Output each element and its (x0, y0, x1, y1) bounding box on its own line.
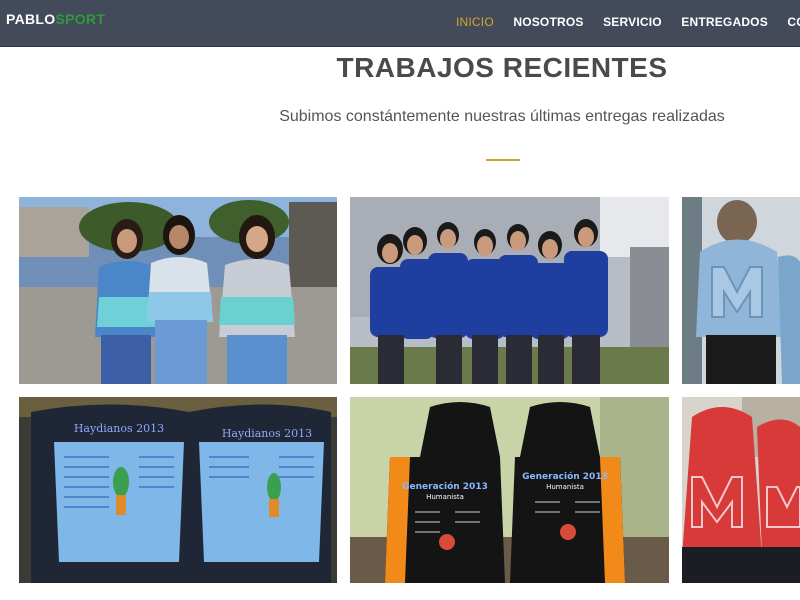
gallery-photo-group-students[interactable] (350, 197, 669, 384)
photo-girls-outdoor-image (19, 197, 337, 384)
gallery-photo-girls-outdoor[interactable] (19, 197, 337, 384)
haydianos-text-left: Haydianos 2013 (74, 422, 164, 435)
photo-red-hoodies-image (682, 397, 800, 583)
section-title: TRABAJOS RECIENTES (336, 52, 668, 83)
humanista-text-left: Humanista (426, 493, 464, 501)
nav-item-servicio[interactable]: SERVICIO (603, 15, 662, 29)
photo-haydianos-2013-image: Haydianos 2013 Haydianos 2013 (19, 397, 337, 583)
nav-item-entregados[interactable]: ENTREGADOS (681, 15, 768, 29)
haydianos-text-right: Haydianos 2013 (222, 427, 312, 440)
nav-item-inicio[interactable]: INICIO (456, 15, 494, 29)
gallery-photo-generacion-2013[interactable]: Generación 2013 Humanista Generación 201… (350, 397, 669, 583)
photo-group-students-image (350, 197, 669, 384)
brand-part-2: SPORT (55, 11, 106, 27)
gallery-photo-back-hoodie-blue[interactable] (682, 197, 800, 384)
section-divider (486, 159, 520, 161)
photo-generacion-2013-image: Generación 2013 Humanista Generación 201… (350, 397, 669, 583)
humanista-text-right: Humanista (546, 483, 584, 491)
gallery-photo-haydianos-2013[interactable]: Haydianos 2013 Haydianos 2013 (19, 397, 337, 583)
generacion-text-left: Generación 2013 (402, 481, 488, 492)
brand-logo[interactable]: PABLOSPORT (6, 11, 105, 27)
generacion-text-right: Generación 2013 (522, 471, 608, 482)
section-subtitle: Subimos constántemente nuestras últimas … (279, 108, 725, 125)
photo-back-hoodie-blue-image (682, 197, 800, 384)
gallery-photo-red-hoodies[interactable] (682, 397, 800, 583)
main-nav: INICIO NOSOTROS SERVICIO ENTREGADOS CONT… (456, 13, 800, 33)
brand-part-1: PABLO (6, 11, 56, 27)
nav-item-contacto[interactable]: CONTR (787, 15, 800, 29)
nav-item-nosotros[interactable]: NOSOTROS (513, 15, 583, 29)
top-navbar: PABLOSPORT INICIO NOSOTROS SERVICIO ENTR… (0, 0, 800, 47)
